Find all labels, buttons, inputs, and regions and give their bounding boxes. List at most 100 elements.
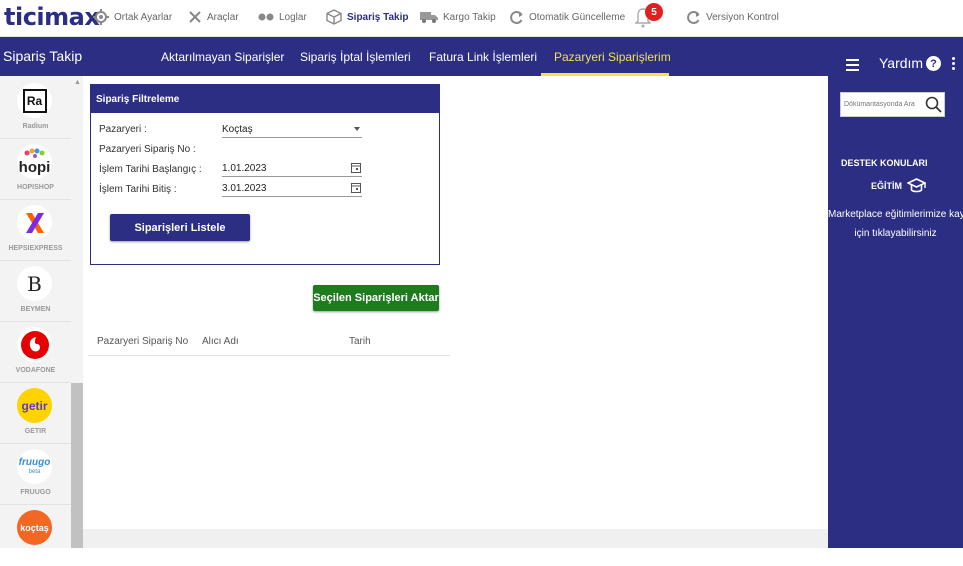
sidebar-item-label: BEYMEN: [20, 306, 51, 313]
calendar-icon[interactable]: [351, 162, 361, 173]
marketplace-select-value: Koçtaş: [222, 124, 253, 135]
glasses-icon: [258, 13, 274, 21]
marketplace-select[interactable]: Koçtaş: [222, 122, 362, 138]
graduation-cap-icon: [907, 178, 926, 193]
sidebar-item-label: VODAFONE: [15, 367, 56, 374]
notification-badge: 5: [645, 3, 663, 21]
start-date-input[interactable]: 1.01.2023: [222, 161, 362, 177]
ticimax-logo[interactable]: ticimax: [4, 3, 100, 31]
fruugo-logo-text: fruugo: [18, 456, 51, 468]
radium-logo-text: Ra: [22, 88, 47, 113]
box-icon: [326, 9, 342, 25]
toolbar-ortak-ayarlar[interactable]: Ortak Ayarlar: [93, 6, 172, 28]
sync-icon: [687, 10, 700, 24]
training-label: EĞİTİM: [871, 181, 902, 191]
hopi-logo-text: hopi: [18, 159, 51, 176]
order-filter-panel: Sipariş Filtreleme Pazaryeri : Koçtaş Pa…: [90, 84, 440, 265]
sidebar-item-koctas[interactable]: koçtaş: [0, 506, 71, 566]
vodafone-icon: [20, 330, 49, 359]
toolbar-otomatik-guncelleme[interactable]: Otomatik Güncelleme: [509, 6, 625, 28]
training-registration-link[interactable]: Marketplace eğitimlerimize kayıt için tı…: [828, 205, 963, 243]
sidebar-scrollbar-thumb[interactable]: [71, 383, 83, 548]
column-header-order-no[interactable]: Pazaryeri Sipariş No: [97, 336, 188, 347]
toolbar-label: Araçlar: [207, 11, 239, 23]
filter-panel-heading: Sipariş Filtreleme: [91, 85, 439, 113]
sidebar-item-radium[interactable]: Ra Radium: [0, 79, 71, 139]
hepsiexpress-x-icon: [25, 212, 44, 233]
sidebar-item-label: FRUUGO: [20, 489, 51, 496]
order-no-label: Pazaryeri Sipariş No :: [99, 144, 196, 155]
page-title: Sipariş Takip: [3, 48, 83, 64]
toolbar-label: Ortak Ayarlar: [114, 11, 173, 23]
toolbar-label: Sipariş Takip: [347, 11, 409, 23]
radium-logo: Ra: [17, 83, 52, 118]
menu-icon[interactable]: [846, 59, 859, 74]
end-date-label: İşlem Tarihi Bitiş :: [99, 184, 177, 195]
scroll-up-arrow-icon[interactable]: ▲: [74, 79, 81, 86]
sidebar-item-vodafone[interactable]: VODAFONE: [0, 323, 71, 383]
sidebar-item-getir[interactable]: getir GETIR: [0, 384, 71, 444]
sidebar-item-label: HEPSIEXPRESS: [8, 245, 63, 252]
beymen-logo-text: B: [27, 271, 42, 296]
sidebar-item-fruugo[interactable]: fruugo beta FRUUGO: [0, 445, 71, 505]
truck-icon: [420, 12, 438, 23]
getir-logo: getir: [17, 388, 52, 423]
tab-siparis-iptal-islemleri[interactable]: Sipariş İptal İşlemleri: [300, 50, 411, 64]
top-toolbar: ticimax Ortak Ayarlar Araçlar Loglar Sip…: [0, 0, 963, 37]
toolbar-araclar[interactable]: Araçlar: [188, 6, 239, 28]
beymen-logo: B: [17, 266, 52, 301]
marketplace-sidebar: ▲ Ra Radium hopi HOPISHOP HEPSIEXPRESS B…: [0, 76, 83, 548]
support-topics-heading: DESTEK KONULARI: [841, 158, 928, 168]
tab-fatura-link-islemleri[interactable]: Fatura Link İşlemleri: [429, 50, 537, 64]
hepsiexpress-logo: [17, 205, 52, 240]
end-date-input[interactable]: 3.01.2023: [222, 181, 362, 197]
tools-icon: [189, 11, 201, 23]
chevron-down-icon: [354, 127, 360, 131]
hopi-logo: hopi: [17, 144, 52, 179]
marketplace-label: Pazaryeri :: [99, 124, 147, 135]
fruugo-beta-text: beta: [28, 468, 41, 475]
help-text-line: için tıklayabilirsiniz: [854, 228, 937, 239]
hopi-dots-icon: [24, 148, 45, 158]
logo-text: ticimax: [4, 3, 100, 31]
more-vertical-icon[interactable]: [952, 57, 955, 72]
transfer-selected-orders-button[interactable]: Seçilen Siparişleri Aktar: [313, 285, 439, 311]
sidebar-item-label: HOPISHOP: [17, 184, 54, 191]
orders-table-header: Pazaryeri Sipariş No Alıcı Adı Tarih: [88, 326, 450, 356]
sidebar-item-hopishop[interactable]: hopi HOPISHOP: [0, 140, 71, 200]
fruugo-logo: fruugo beta: [17, 449, 52, 484]
help-title: Yardım: [879, 55, 924, 71]
help-question-icon[interactable]: ?: [926, 56, 941, 71]
documentation-search-input[interactable]: [841, 93, 925, 116]
getir-logo-text: getir: [21, 398, 48, 413]
end-date-value: 3.01.2023: [222, 183, 267, 194]
column-header-buyer-name[interactable]: Alıcı Adı: [202, 336, 239, 347]
start-date-value: 1.01.2023: [222, 163, 267, 174]
sidebar-item-label: GETIR: [24, 428, 47, 435]
koctas-logo-text: koçtaş: [20, 522, 49, 533]
sidebar-item-hepsiexpress[interactable]: HEPSIEXPRESS: [0, 201, 71, 261]
sidebar-item-label: Radium: [22, 123, 49, 130]
list-orders-button[interactable]: Siparişleri Listele: [110, 214, 250, 241]
tab-pazaryeri-siparislerim[interactable]: Pazaryeri Siparişlerim: [554, 50, 671, 64]
tab-aktarilmayan-siparisler[interactable]: Aktarılmayan Siparişler: [161, 50, 284, 64]
vodafone-logo: [17, 327, 52, 362]
help-text-line: Marketplace eğitimlerimize kayıt: [828, 209, 963, 220]
sidebar-item-beymen[interactable]: B BEYMEN: [0, 262, 71, 322]
search-icon[interactable]: [925, 96, 942, 113]
toolbar-siparis-takip[interactable]: Sipariş Takip: [326, 6, 409, 28]
training-link[interactable]: EĞİTİM: [871, 178, 926, 194]
help-panel: Yardım ? DESTEK KONULARI EĞİTİM Marketpl…: [828, 37, 963, 548]
toolbar-label: Loglar: [279, 11, 307, 23]
gear-icon: [93, 9, 109, 25]
calendar-icon[interactable]: [351, 182, 361, 193]
section-navbar: Sipariş Takip Aktarılmayan Siparişler Si…: [0, 37, 828, 76]
toolbar-label: Otomatik Güncelleme: [529, 11, 626, 23]
refresh-icon: [510, 10, 523, 24]
toolbar-versiyon-kontrol[interactable]: Versiyon Kontrol: [686, 6, 779, 28]
start-date-label: İşlem Tarihi Başlangıç :: [99, 164, 202, 175]
column-header-date[interactable]: Tarih: [349, 336, 371, 347]
documentation-search: [840, 92, 945, 117]
toolbar-loglar[interactable]: Loglar: [258, 6, 307, 28]
toolbar-kargo-takip[interactable]: Kargo Takip: [420, 6, 496, 28]
